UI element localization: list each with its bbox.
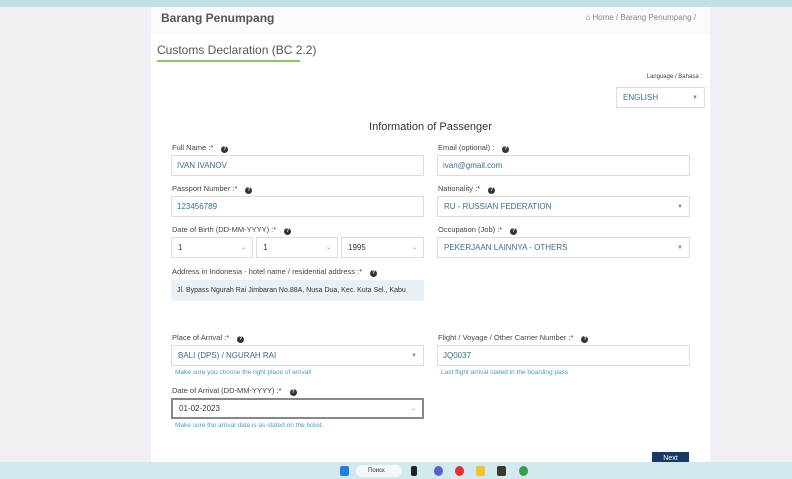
- passport-label: Passport Number :*?: [172, 184, 253, 194]
- help-icon: ?: [237, 336, 245, 343]
- date-arrival-select[interactable]: 01-02-2023 ⌄: [171, 398, 424, 419]
- email-label: Email (optional) :?: [438, 143, 510, 153]
- date-arrival-label: Date of Arrival (DD-MM-YYYY) :*?: [172, 386, 297, 396]
- help-icon: ?: [502, 146, 510, 153]
- dob-year-select[interactable]: 1995 ⌄: [341, 237, 424, 258]
- help-icon: ?: [488, 187, 496, 194]
- chevron-down-icon: ▼: [692, 94, 698, 101]
- place-arrival-select[interactable]: BALI (DPS) / NGURAH RAI ▼: [171, 345, 424, 366]
- taskbar: Поиск: [0, 462, 792, 479]
- page-header: Barang Penumpang ⌂ Home / Barang Penumpa…: [151, 7, 710, 35]
- language-label: Language / Bahasa :: [646, 74, 702, 80]
- sublime-icon[interactable]: [497, 466, 506, 476]
- occupation-label: Occupation (Job) :*?: [438, 225, 518, 235]
- section-title: Information of Passenger: [369, 121, 492, 133]
- chrome-icon[interactable]: [519, 466, 528, 476]
- taskbar-search[interactable]: Поиск: [356, 465, 402, 477]
- teams-icon[interactable]: [434, 466, 443, 476]
- help-icon: ?: [289, 389, 297, 396]
- title-underline: [157, 60, 300, 62]
- windows-start-icon[interactable]: [340, 466, 349, 476]
- chevron-down-icon: ⌄: [411, 245, 417, 251]
- full-name-label: Full Name :*?: [172, 143, 229, 153]
- language-value: ENGLISH: [623, 93, 659, 102]
- task-view-icon[interactable]: [411, 466, 417, 476]
- nationality-select[interactable]: RU - RUSSIAN FEDERATION ▼: [437, 196, 690, 217]
- full-name-input[interactable]: IVAN IVANOV: [171, 155, 424, 176]
- language-select[interactable]: ENGLISH ▼: [616, 87, 705, 108]
- passport-input[interactable]: 123456789: [171, 196, 424, 217]
- breadcrumb[interactable]: ⌂ Home / Barang Penumpang /: [585, 13, 696, 22]
- nationality-label: Nationality :*?: [438, 184, 496, 194]
- help-icon: ?: [370, 270, 378, 277]
- flight-help: Last flight arrival stated in the boardi…: [441, 369, 569, 376]
- flight-label: Flight / Voyage / Other Carrier Number :…: [438, 333, 589, 343]
- place-arrival-help: Make sure you choose the right place of …: [175, 369, 312, 376]
- help-icon: ?: [581, 336, 589, 343]
- address-input[interactable]: Jl. Bypass Ngurah Rai Jimbaran No.88A, N…: [171, 280, 424, 301]
- chevron-down-icon: ⌄: [410, 406, 416, 412]
- card-title: Customs Declaration (BC 2.2): [157, 43, 317, 57]
- help-icon: ?: [245, 187, 253, 194]
- chevron-down-icon: ▼: [411, 352, 417, 359]
- yandex-icon[interactable]: [455, 466, 464, 476]
- chevron-down-icon: ⌄: [240, 245, 246, 251]
- dob-month-select[interactable]: 1 ⌄: [256, 237, 338, 258]
- help-icon: ?: [510, 228, 518, 235]
- email-input[interactable]: ivan@gmail.com: [437, 155, 690, 176]
- help-icon: ?: [221, 146, 229, 153]
- flight-input[interactable]: JQ0037: [437, 345, 690, 366]
- dob-day-select[interactable]: 1 ⌄: [171, 237, 253, 258]
- help-icon: ?: [284, 228, 292, 235]
- chevron-down-icon: ⌄: [325, 245, 331, 251]
- browser-top-strip: [0, 0, 792, 7]
- page-title: Barang Penumpang: [161, 11, 275, 25]
- file-explorer-icon[interactable]: [476, 466, 485, 476]
- page-content: Barang Penumpang ⌂ Home / Barang Penumpa…: [151, 7, 710, 463]
- date-arrival-help: Make sure the arrival date is as stated …: [175, 422, 324, 429]
- address-label: Address in Indonesia - hotel name / resi…: [172, 267, 378, 277]
- chevron-down-icon: ▼: [677, 203, 683, 210]
- place-arrival-label: Place of Arrival :*?: [172, 333, 245, 343]
- dob-label: Date of Birth (DD-MM-YYYY) :*?: [172, 225, 292, 235]
- occupation-select[interactable]: PEKERJAAN LAINNYA - OTHERS ▼: [437, 237, 690, 258]
- chevron-down-icon: ▼: [677, 244, 683, 251]
